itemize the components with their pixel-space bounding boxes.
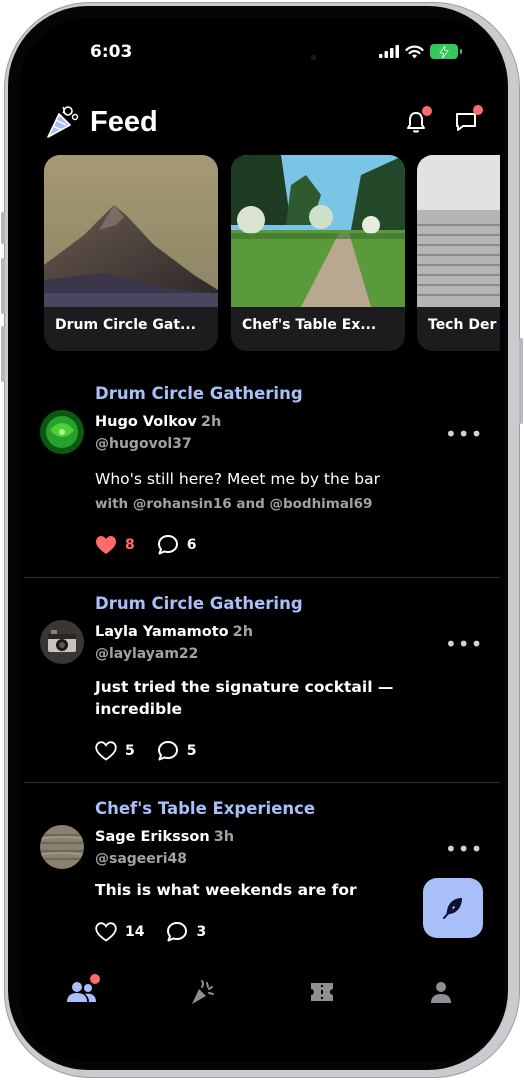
post-author[interactable]: Layla Yamamoto 2h <box>95 624 253 640</box>
comment-button[interactable]: 6 <box>157 534 197 555</box>
comment-button[interactable]: 3 <box>166 921 206 942</box>
post-author[interactable]: Hugo Volkov 2h <box>95 414 221 430</box>
author-handle[interactable]: @hugovol37 <box>95 436 192 452</box>
post-time: 2h <box>200 414 222 430</box>
heart-outline-icon <box>95 921 117 942</box>
status-icons <box>379 44 462 59</box>
story-label: Drum Circle Gat... <box>55 317 196 333</box>
story-card[interactable]: Tech Der <box>417 155 500 351</box>
tab-profile[interactable] <box>421 972 461 1012</box>
garden-path-image <box>231 155 405 307</box>
person-icon <box>431 982 451 1003</box>
author-name[interactable]: Hugo Volkov <box>95 414 197 430</box>
feed-badge <box>90 974 100 984</box>
signal-icon <box>379 45 399 58</box>
heart-outline-icon <box>95 740 117 761</box>
page-title: Feed <box>90 105 158 138</box>
more-options-button[interactable]: ••• <box>445 632 483 656</box>
like-button[interactable]: 8 <box>95 535 135 555</box>
app-screen: 6:03 Feed Drum Circle Gat... Chef's Tabl… <box>20 18 504 1062</box>
comment-icon <box>157 741 178 761</box>
comment-count: 5 <box>186 742 197 759</box>
like-count: 14 <box>125 923 145 940</box>
like-button[interactable]: 5 <box>95 740 135 761</box>
post-divider <box>24 577 500 578</box>
author-handle[interactable]: @sageeri48 <box>95 851 187 867</box>
comment-icon <box>167 922 188 942</box>
notifications-button[interactable] <box>402 106 432 136</box>
compose-post-button[interactable] <box>423 878 483 938</box>
story-label: Chef's Table Ex... <box>242 317 377 333</box>
story-label: Tech Der <box>428 317 497 333</box>
comment-count: 3 <box>196 923 207 940</box>
feather-icon <box>443 898 462 919</box>
post-text: This is what weekends are for <box>95 881 357 899</box>
heart-filled-icon <box>96 535 116 554</box>
post-divider <box>24 782 500 783</box>
tab-tickets[interactable] <box>302 972 342 1012</box>
comment-icon <box>157 535 178 555</box>
story-card[interactable]: Drum Circle Gat... <box>44 155 218 351</box>
action-button <box>1 212 5 244</box>
chat-icon <box>456 113 476 131</box>
avatar[interactable] <box>40 410 84 454</box>
mountain-image <box>44 155 218 307</box>
author-name[interactable]: Sage Eriksson <box>95 829 210 845</box>
author-handle[interactable]: @laylayam22 <box>95 646 198 662</box>
avatar[interactable] <box>40 620 84 664</box>
more-options-button[interactable]: ••• <box>445 837 483 861</box>
confetti-icon <box>47 106 79 138</box>
like-button[interactable]: 14 <box>95 921 145 942</box>
power-button <box>519 338 523 424</box>
camera-dot <box>311 55 316 60</box>
post-text: Who's still here? Meet me by the bar <box>95 470 381 488</box>
stadium-seats-image <box>417 155 500 307</box>
like-count: 8 <box>125 536 135 553</box>
post-time: 2h <box>232 624 254 640</box>
post-author[interactable]: Sage Eriksson 3h <box>95 829 234 845</box>
author-name[interactable]: Layla Yamamoto <box>95 624 229 640</box>
post-event-link[interactable]: Drum Circle Gathering <box>95 594 303 613</box>
event-stories-carousel[interactable]: Drum Circle Gat... Chef's Table Ex... Te… <box>44 155 500 353</box>
messages-button[interactable] <box>452 105 483 136</box>
message-badge <box>473 105 483 115</box>
story-card[interactable]: Chef's Table Ex... <box>231 155 405 351</box>
tab-events[interactable] <box>183 972 223 1012</box>
battery-icon <box>430 44 462 59</box>
post-text: Just tried the signature cocktail — incr… <box>95 678 394 718</box>
app-header: Feed <box>44 102 483 142</box>
status-time: 6:03 <box>90 42 133 62</box>
post-time: 3h <box>213 829 235 845</box>
wifi-icon <box>405 45 424 58</box>
comment-button[interactable]: 5 <box>157 740 197 761</box>
post-event-link[interactable]: Drum Circle Gathering <box>95 384 303 403</box>
volume-up-button <box>1 258 5 314</box>
volume-down-button <box>1 326 5 382</box>
post-event-link[interactable]: Chef's Table Experience <box>95 799 315 818</box>
party-popper-icon <box>192 980 214 1004</box>
bottom-tab-bar <box>20 962 504 1062</box>
tab-feed[interactable] <box>62 972 102 1012</box>
comment-count: 6 <box>186 536 197 553</box>
like-count: 5 <box>125 742 135 759</box>
tagged-users[interactable]: with @rohansin16 and @bodhimal69 <box>95 496 372 512</box>
avatar[interactable] <box>40 825 84 869</box>
more-options-button[interactable]: ••• <box>445 422 483 446</box>
notification-badge <box>422 106 432 116</box>
dynamic-island <box>200 38 324 74</box>
ticket-icon <box>311 983 333 1001</box>
